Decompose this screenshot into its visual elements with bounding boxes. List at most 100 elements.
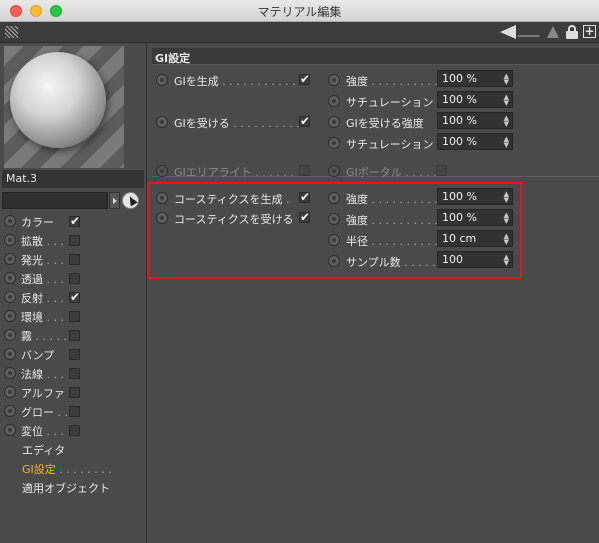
param-radio[interactable] — [328, 116, 340, 128]
gi-receive-strength-input[interactable]: 100 % ▲ ▼ — [437, 112, 513, 129]
up-triangle-icon[interactable] — [547, 26, 559, 38]
channel-row-luminance[interactable]: 発光 . . . — [0, 250, 146, 269]
nav-label: 適用オブジェクト — [22, 482, 110, 495]
channel-row-transparency[interactable]: 透過 . . . — [0, 269, 146, 288]
section-header-gi: GI設定 — [152, 48, 599, 65]
gi-saturation-row: サチュレーション — [324, 92, 434, 110]
nav-label: エディタ — [22, 444, 66, 457]
channel-radio[interactable] — [4, 424, 16, 436]
param-radio[interactable] — [328, 165, 340, 177]
channel-name-field[interactable] — [2, 192, 108, 209]
window-titlebar: マテリアル編集 — [0, 0, 599, 22]
param-radio[interactable] — [328, 137, 340, 149]
channel-radio[interactable] — [4, 272, 16, 284]
channel-checkbox[interactable] — [69, 387, 80, 398]
channel-label: アルファ — [21, 387, 65, 400]
channel-row-alpha[interactable]: アルファ — [0, 383, 146, 402]
param-label: GIを生成 . . . . . . . . . . . . . — [174, 75, 310, 88]
channel-radio[interactable] — [4, 405, 16, 417]
channel-label: バンプ — [21, 349, 55, 362]
param-radio[interactable] — [328, 95, 340, 107]
nav-item-editor[interactable]: エディタ — [0, 440, 146, 459]
nav-item-gi-settings[interactable]: GI設定 . . . . . . . . — [0, 459, 146, 478]
channel-row-reflection[interactable]: 反射 . . . — [0, 288, 146, 307]
gi-portal-row[interactable]: GIポータル . . . . . — [324, 162, 454, 180]
channel-label: 反射 . . . — [21, 292, 64, 305]
channel-checkbox[interactable] — [69, 330, 80, 341]
preview-sphere — [10, 52, 106, 148]
gi-receive-row[interactable]: GIを受ける . . . . . . . . . . . — [152, 113, 322, 131]
gi-receive-checkbox[interactable] — [299, 114, 310, 128]
channel-radio[interactable] — [4, 234, 16, 246]
channel-checkbox[interactable] — [69, 214, 80, 228]
channel-label: 変位 . . . — [21, 425, 64, 438]
pointer-cursor-icon[interactable] — [122, 192, 139, 209]
channel-row-fog[interactable]: 霧 . . . . . — [0, 326, 146, 345]
lock-icon[interactable] — [566, 25, 578, 39]
param-label: サチュレーション — [346, 138, 434, 151]
window-title: マテリアル編集 — [257, 5, 342, 19]
param-label: GIを受ける強度 — [346, 117, 424, 130]
gi-generate-checkbox[interactable] — [299, 72, 310, 86]
gi-strength-row: 強度 . . . . . . . . . . . — [324, 71, 445, 89]
gi-area-light-row[interactable]: GIエリアライト . . . . . . — [152, 162, 322, 180]
channel-checkbox[interactable] — [69, 311, 80, 322]
channel-row-environment[interactable]: 環境 . . . — [0, 307, 146, 326]
gi-saturation-input[interactable]: 100 % ▲ ▼ — [437, 91, 513, 108]
param-radio[interactable] — [156, 116, 168, 128]
right-panel: GI設定 GIを生成 . . . . . . . . . . . . . GIを… — [148, 43, 599, 543]
channel-radio[interactable] — [4, 291, 16, 303]
channel-radio[interactable] — [4, 348, 16, 360]
gi-portal-checkbox[interactable] — [436, 165, 447, 176]
channel-checkbox[interactable] — [69, 273, 80, 284]
param-label: GIを受ける . . . . . . . . . . . — [174, 117, 307, 130]
gi-receive-saturation-input[interactable]: 100 % ▲ ▼ — [437, 133, 513, 150]
caustics-highlight-box — [147, 182, 522, 279]
gi-receive-saturation-row: サチュレーション — [324, 134, 434, 152]
param-label: 強度 . . . . . . . . . . . — [346, 75, 445, 88]
gi-strength-input[interactable]: 100 % ▲ ▼ — [437, 70, 513, 87]
left-panel: Mat.3 カラー 拡散 . . . 発光 . . . 透過 . . . 反射 … — [0, 43, 147, 543]
expand-arrow-button[interactable] — [109, 192, 120, 209]
channel-label: グロー . . — [21, 406, 68, 419]
material-preview[interactable] — [4, 46, 124, 168]
channel-radio[interactable] — [4, 215, 16, 227]
channel-checkbox[interactable] — [69, 290, 80, 304]
channel-label: 法線 . . . — [21, 368, 64, 381]
channel-radio[interactable] — [4, 367, 16, 379]
channel-label: 拡散 . . . — [21, 235, 64, 248]
channel-radio[interactable] — [4, 253, 16, 265]
channel-checkbox[interactable] — [69, 349, 80, 360]
material-name: Mat.3 — [2, 170, 144, 188]
gi-area-light-checkbox[interactable] — [299, 165, 310, 176]
channel-row-bump[interactable]: バンプ — [0, 345, 146, 364]
param-radio[interactable] — [328, 74, 340, 86]
channel-checkbox[interactable] — [69, 406, 80, 417]
back-arrow-icon[interactable] — [500, 25, 516, 39]
channel-checkbox[interactable] — [69, 235, 80, 246]
gi-generate-row[interactable]: GIを生成 . . . . . . . . . . . . . — [152, 71, 322, 89]
channel-radio[interactable] — [4, 329, 16, 341]
grip-icon[interactable] — [5, 26, 18, 38]
channel-row-color[interactable]: カラー — [0, 212, 146, 231]
param-radio[interactable] — [156, 74, 168, 86]
nav-label: GI設定 . . . . . . . . — [22, 463, 112, 476]
channel-checkbox[interactable] — [69, 425, 80, 436]
channel-radio[interactable] — [4, 310, 16, 322]
param-radio[interactable] — [156, 165, 168, 177]
nav-item-applied-objects[interactable]: 適用オブジェクト — [0, 478, 146, 497]
channel-label: カラー — [21, 216, 54, 229]
param-label: GIポータル . . . . . — [346, 166, 437, 179]
channel-row-displacement[interactable]: 変位 . . . — [0, 421, 146, 440]
channel-row-diffusion[interactable]: 拡散 . . . — [0, 231, 146, 250]
channel-radio[interactable] — [4, 386, 16, 398]
channel-checkbox[interactable] — [69, 368, 80, 379]
channel-row-glow[interactable]: グロー . . — [0, 402, 146, 421]
channel-row-normal[interactable]: 法線 . . . — [0, 364, 146, 383]
history-arrow-icon[interactable] — [517, 27, 545, 37]
param-label: サチュレーション — [346, 96, 434, 109]
channel-checkbox[interactable] — [69, 254, 80, 265]
channel-label: 環境 . . . — [21, 311, 64, 324]
new-window-icon[interactable]: + — [583, 25, 596, 38]
channel-label: 透過 . . . — [21, 273, 64, 286]
